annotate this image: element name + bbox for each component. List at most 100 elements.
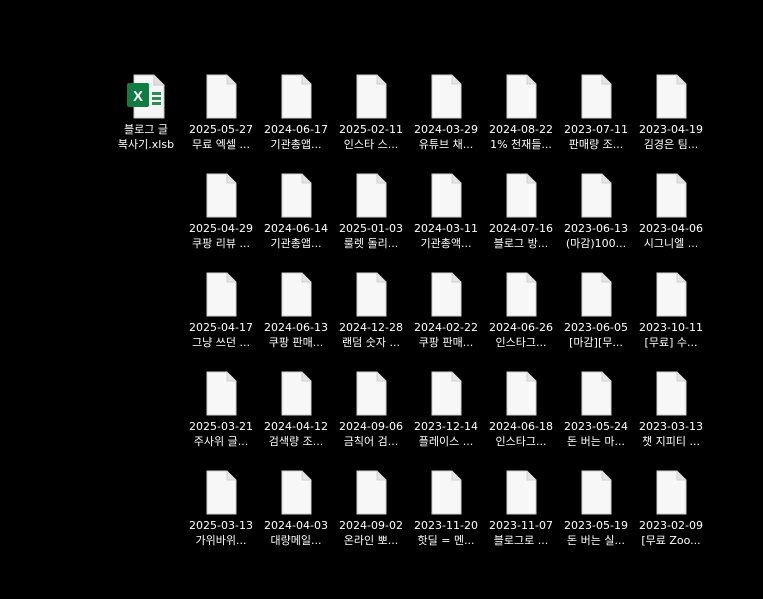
file-item[interactable]: 2023-06-05 [마감][무... <box>559 272 633 364</box>
file-date: 2024-06-26 <box>489 321 553 334</box>
file-title: 유튜브 채... <box>418 138 474 151</box>
file-item[interactable]: 2024-06-17 기관총앱... <box>259 74 333 166</box>
file-item[interactable]: 2025-02-11 인스타 스... <box>334 74 408 166</box>
file-item[interactable]: 2024-09-06 금칙어 검... <box>334 371 408 463</box>
file-item[interactable]: 2024-06-13 쿠팡 판매... <box>259 272 333 364</box>
file-date: 2025-05-27 <box>189 123 253 136</box>
file-item[interactable]: 2024-06-26 인스타그... <box>484 272 558 364</box>
file-date: 2024-04-12 <box>264 420 328 433</box>
file-title: 대량메일... <box>270 534 322 547</box>
file-title: [마감][무... <box>569 336 623 349</box>
file-date: 2023-11-20 <box>414 519 478 532</box>
file-item[interactable]: 2024-12-28 랜덤 숫자 ... <box>334 272 408 364</box>
blank-document-icon <box>276 371 316 416</box>
file-item[interactable]: 2024-08-22 1% 천재들... <box>484 74 558 166</box>
file-item[interactable]: 2023-12-14 플레이스 ... <box>409 371 483 463</box>
file-item[interactable]: 2025-05-27 무료 엑셀 ... <box>184 74 258 166</box>
file-item[interactable]: 2025-04-17 그냥 쓰던 ... <box>184 272 258 364</box>
blank-document-icon <box>651 272 691 317</box>
file-name: 2024-06-26 인스타그... <box>480 320 562 350</box>
file-item[interactable]: 2024-02-22 쿠팡 판매... <box>409 272 483 364</box>
file-item[interactable]: 2023-04-19 김경은 팀... <box>634 74 708 166</box>
file-item[interactable]: 2025-04-29 쿠팡 리뷰 ... <box>184 173 258 265</box>
file-date: 2023-06-13 <box>564 222 628 235</box>
blank-document-icon <box>426 74 466 119</box>
blank-document-icon <box>501 173 541 218</box>
file-item-excel[interactable]: X 블로그 글 복사기.xlsb <box>109 74 183 166</box>
file-item[interactable]: 2024-04-12 검색량 조... <box>259 371 333 463</box>
file-date: 2023-10-11 <box>639 321 703 334</box>
file-name: 2025-05-27 무료 엑셀 ... <box>180 122 262 152</box>
file-name: 블로그 글 복사기.xlsb <box>105 122 187 152</box>
file-item[interactable]: 2023-07-11 판매량 조... <box>559 74 633 166</box>
file-item[interactable]: 2023-05-19 돈 버는 실... <box>559 470 633 562</box>
file-title: 쿠팡 리뷰 ... <box>192 237 250 250</box>
file-item[interactable]: 2024-04-03 대량메일... <box>259 470 333 562</box>
blank-document-icon <box>501 371 541 416</box>
file-item[interactable]: 2024-03-29 유튜브 채... <box>409 74 483 166</box>
file-item[interactable]: 2023-06-13 (마감)100... <box>559 173 633 265</box>
file-date: 2024-06-18 <box>489 420 553 433</box>
blank-document-icon <box>426 272 466 317</box>
blank-document-icon <box>576 74 616 119</box>
file-title: 기관총앱... <box>270 237 322 250</box>
file-item[interactable]: 2023-05-24 돈 버는 마... <box>559 371 633 463</box>
file-name: 2025-04-29 쿠팡 리뷰 ... <box>180 221 262 251</box>
blank-document-icon <box>501 470 541 515</box>
file-item[interactable]: 2024-03-11 기관총액... <box>409 173 483 265</box>
file-item[interactable]: 2024-07-16 블로그 방... <box>484 173 558 265</box>
file-title: 블로그 방... <box>493 237 549 250</box>
blank-document-icon <box>201 470 241 515</box>
file-item[interactable]: 2023-11-07 블로그로 ... <box>484 470 558 562</box>
blank-document-icon <box>351 173 391 218</box>
file-date: 2023-07-11 <box>564 123 628 136</box>
blank-document-icon <box>426 371 466 416</box>
blank-document-icon <box>651 173 691 218</box>
blank-document-icon <box>651 74 691 119</box>
file-date: 2024-08-22 <box>489 123 553 136</box>
file-name: 2023-03-13 챗 지피티 ... <box>630 419 712 449</box>
file-item[interactable]: 2023-04-06 시그니엘 ... <box>634 173 708 265</box>
file-item[interactable]: 2025-03-13 가위바위... <box>184 470 258 562</box>
blank-document-icon <box>351 272 391 317</box>
file-item[interactable]: 2024-06-18 인스타그... <box>484 371 558 463</box>
blank-document-icon <box>501 74 541 119</box>
file-name: 2024-06-17 기관총앱... <box>255 122 337 152</box>
file-date: 2023-05-24 <box>564 420 628 433</box>
file-item[interactable]: 2023-03-13 챗 지피티 ... <box>634 371 708 463</box>
file-item[interactable]: 2024-06-14 기관총앱... <box>259 173 333 265</box>
file-item[interactable]: 2025-03-21 주사위 글... <box>184 371 258 463</box>
file-item[interactable]: 2023-02-09 [무료 Zoo... <box>634 470 708 562</box>
blank-document-icon <box>426 470 466 515</box>
file-title: 그냥 쓰던 ... <box>192 336 250 349</box>
blank-document-icon <box>576 272 616 317</box>
file-name: 2023-12-14 플레이스 ... <box>405 419 487 449</box>
file-name: 2024-06-13 쿠팡 판매... <box>255 320 337 350</box>
blank-document-icon <box>276 173 316 218</box>
file-name: 2024-09-06 금칙어 검... <box>330 419 412 449</box>
file-name: 2023-11-07 블로그로 ... <box>480 518 562 548</box>
file-title: 쿠팡 판매... <box>418 336 474 349</box>
file-title: 판매량 조... <box>568 138 624 151</box>
file-date: 2023-04-19 <box>639 123 703 136</box>
file-date: 2024-09-02 <box>339 519 403 532</box>
file-date: 2024-12-28 <box>339 321 403 334</box>
file-date: 2024-03-11 <box>414 222 478 235</box>
file-item[interactable]: 2023-11-20 핫딜 = 멘... <box>409 470 483 562</box>
file-date: 2025-03-13 <box>189 519 253 532</box>
file-title: [무료] 수... <box>644 336 698 349</box>
file-item[interactable]: 2025-01-03 룰렛 돌리... <box>334 173 408 265</box>
blank-document-icon <box>576 470 616 515</box>
file-title: 가위바위... <box>195 534 247 547</box>
file-date: 2024-04-03 <box>264 519 328 532</box>
file-title: 기관총액... <box>420 237 472 250</box>
blank-document-icon <box>201 173 241 218</box>
file-date: 2023-03-13 <box>639 420 703 433</box>
file-name: 2023-06-05 [마감][무... <box>555 320 637 350</box>
file-date: 2023-05-19 <box>564 519 628 532</box>
file-date: 2024-06-17 <box>264 123 328 136</box>
file-item[interactable]: 2024-09-02 온라인 뽀... <box>334 470 408 562</box>
file-item[interactable]: 2023-10-11 [무료] 수... <box>634 272 708 364</box>
file-title: 핫딜 = 멘... <box>417 534 475 547</box>
file-date: 2024-02-22 <box>414 321 478 334</box>
